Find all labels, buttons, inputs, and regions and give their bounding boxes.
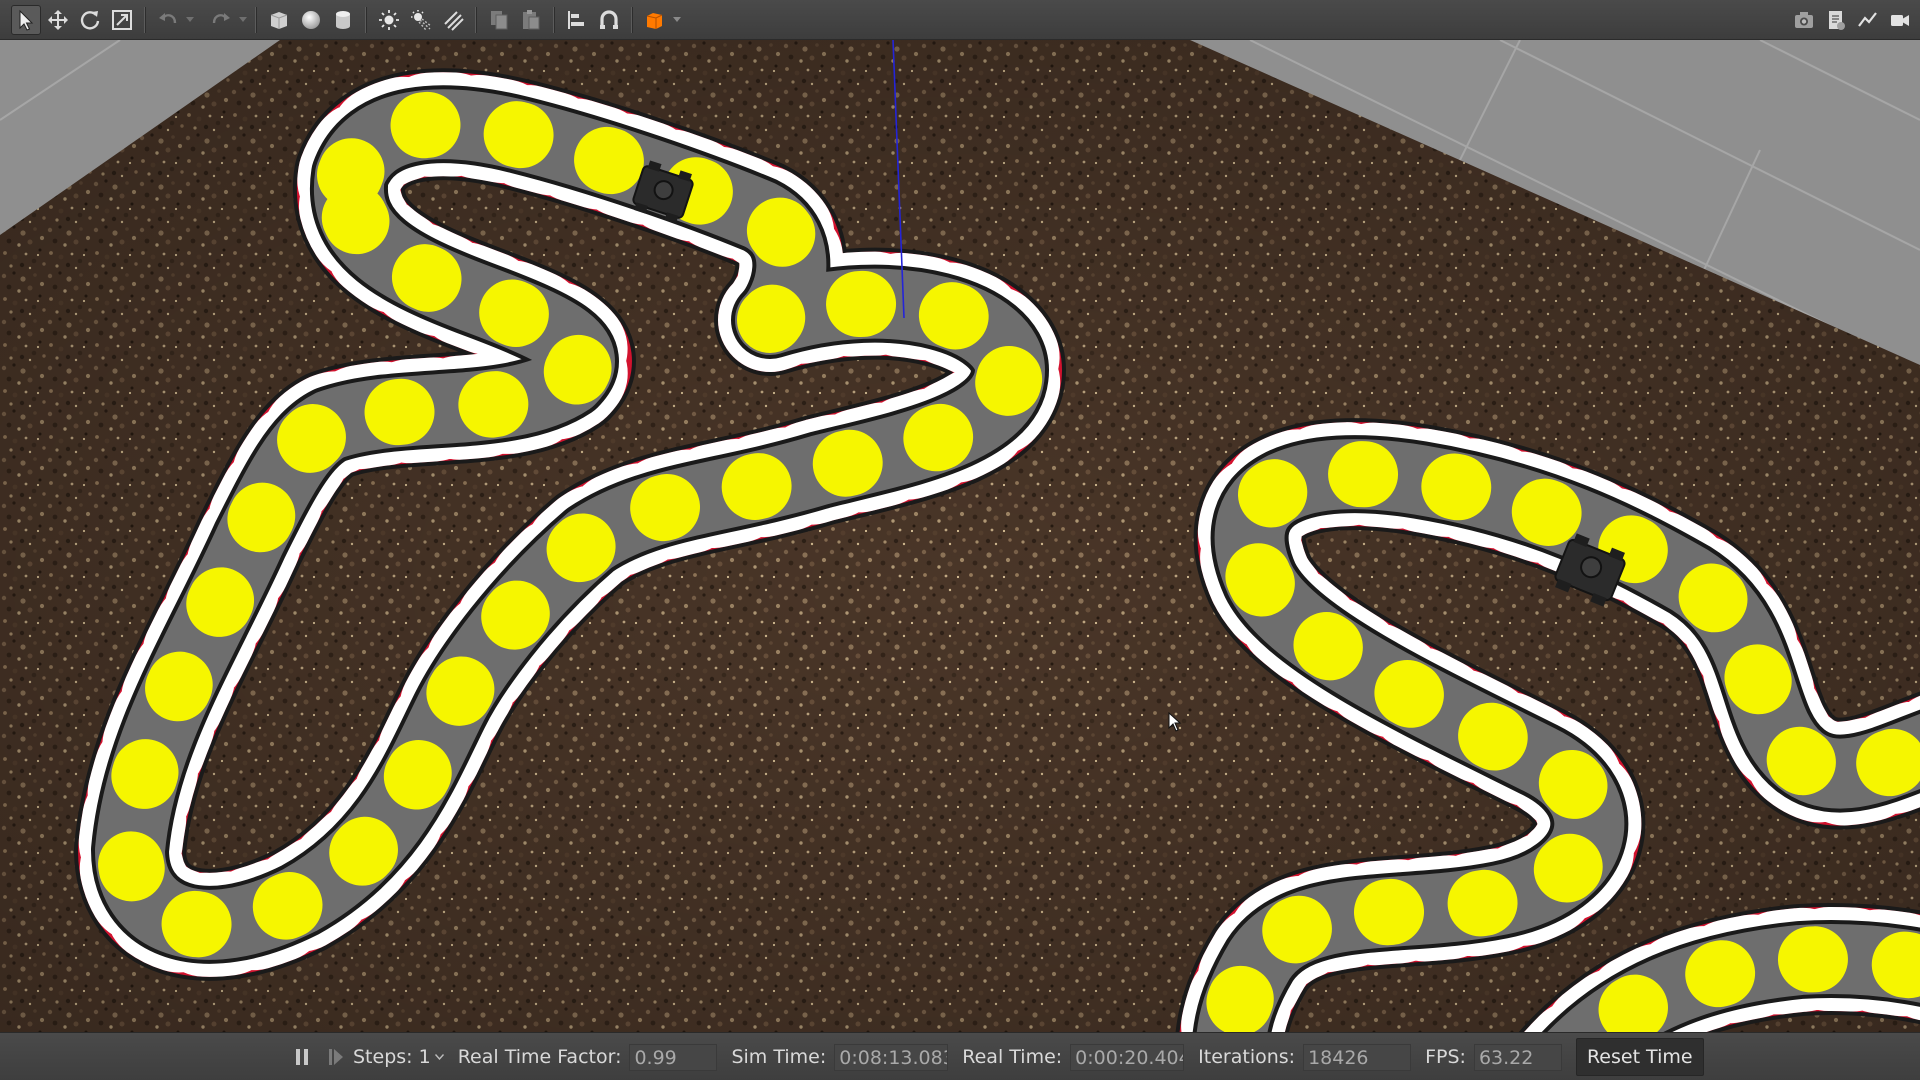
step-icon[interactable]	[325, 1046, 347, 1068]
toolbar-separator	[631, 6, 633, 33]
iterations-label: Iterations:	[1198, 1046, 1296, 1068]
change-view-icon[interactable]	[640, 5, 670, 35]
undo-icon[interactable]	[153, 5, 183, 35]
record-video-icon[interactable]	[1885, 5, 1915, 35]
real-time-factor-field: 0.99	[629, 1043, 718, 1071]
sim-time-label: Sim Time:	[731, 1046, 827, 1068]
sphere-icon[interactable]	[296, 5, 326, 35]
log-icon[interactable]	[1821, 5, 1851, 35]
select-mode-icon[interactable]	[11, 4, 41, 35]
fps-field: 63.22	[1473, 1043, 1562, 1071]
steps-selector[interactable]: Steps: 1	[353, 1046, 444, 1068]
sim-time-field: 0:08:13.083	[834, 1043, 949, 1071]
reset-time-button[interactable]: Reset Time	[1575, 1038, 1704, 1076]
snap-icon[interactable]	[594, 5, 624, 35]
render-viewport[interactable]	[0, 40, 1920, 1032]
scale-mode-icon[interactable]	[107, 5, 137, 35]
pause-icon[interactable]	[291, 1046, 313, 1068]
point-light-icon[interactable]	[374, 5, 404, 35]
spot-light-icon[interactable]	[406, 5, 436, 35]
mouse-cursor-icon	[1168, 712, 1182, 732]
translate-mode-icon[interactable]	[43, 5, 73, 35]
gazebo-window: Steps: 1 Real Time Factor: 0.99 Sim Time…	[0, 0, 1920, 1080]
copy-icon[interactable]	[484, 5, 514, 35]
steps-label: Steps: 1	[353, 1046, 431, 1068]
scene-canvas[interactable]	[0, 40, 1920, 1032]
toolbar-separator	[144, 6, 146, 33]
real-time-label: Real Time:	[962, 1046, 1063, 1068]
steps-chevron-down-icon[interactable]	[434, 1054, 444, 1060]
toolbar-separator	[553, 6, 555, 33]
redo-history-chevron-icon[interactable]	[237, 5, 249, 35]
rotate-mode-icon[interactable]	[75, 5, 105, 35]
align-icon[interactable]	[562, 5, 592, 35]
redo-icon[interactable]	[206, 5, 236, 35]
toolbar-separator	[365, 6, 367, 33]
toolbar-separator	[255, 6, 257, 33]
plot-icon[interactable]	[1853, 5, 1883, 35]
screenshot-icon[interactable]	[1789, 5, 1819, 35]
undo-history-chevron-icon[interactable]	[184, 5, 196, 35]
toolbar-separator	[475, 6, 477, 33]
iterations-field: 18426	[1303, 1043, 1412, 1071]
cylinder-icon[interactable]	[328, 5, 358, 35]
real-time-factor-label: Real Time Factor:	[457, 1046, 622, 1068]
directional-light-icon[interactable]	[438, 5, 468, 35]
real-time-field: 0:00:20.404	[1070, 1043, 1185, 1071]
main-toolbar	[0, 0, 1920, 40]
box-icon[interactable]	[264, 5, 294, 35]
paste-icon[interactable]	[516, 5, 546, 35]
view-chevron-icon[interactable]	[671, 5, 683, 35]
fps-label: FPS:	[1425, 1046, 1466, 1068]
simulation-status-bar: Steps: 1 Real Time Factor: 0.99 Sim Time…	[0, 1032, 1920, 1080]
